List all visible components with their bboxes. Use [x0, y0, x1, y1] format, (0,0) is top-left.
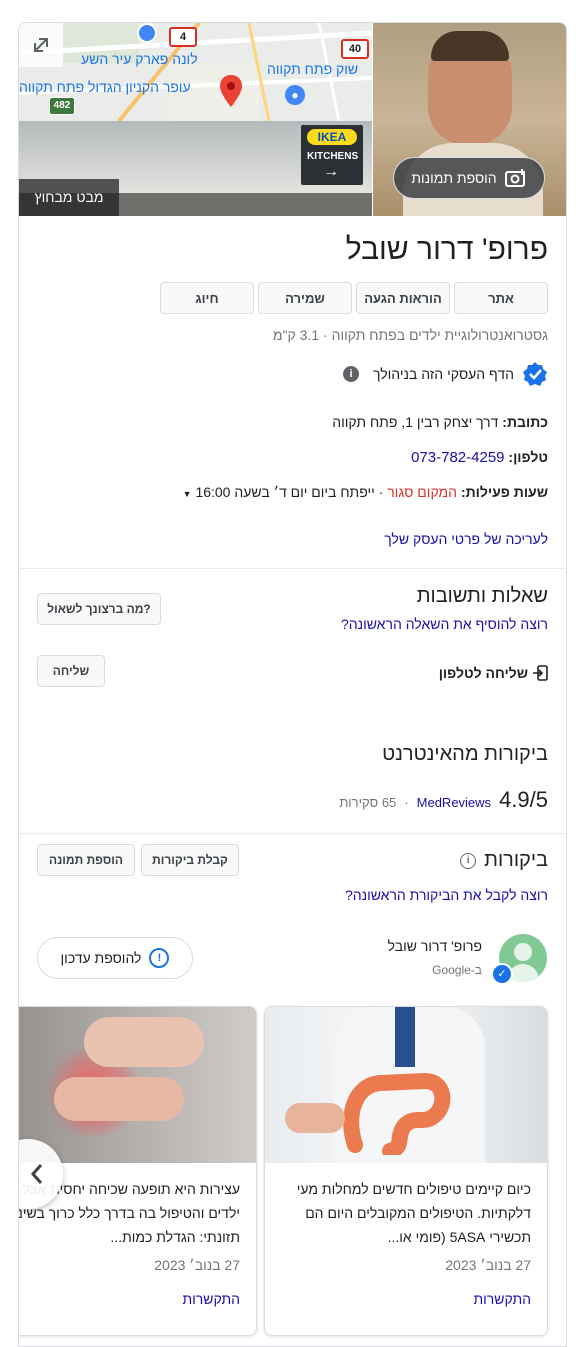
update-card[interactable]: כיום קיימים טיפולים חדשים למחלות מעי דלק… [264, 1006, 548, 1336]
phone-link[interactable]: 073-782-4259 [411, 449, 504, 466]
update-icon: ! [149, 948, 170, 968]
call-button[interactable]: חיוג [160, 282, 254, 314]
ask-question-button[interactable]: מה ברצונך לשאול? [37, 593, 161, 625]
post-source: ב-Google [432, 963, 482, 977]
address-label: כתובת: [502, 414, 548, 430]
reviews-header: ביקורות i [460, 849, 548, 872]
expand-map-button[interactable] [19, 23, 63, 67]
first-review-link[interactable]: רוצה לקבל את הביקורת הראשונה? [345, 887, 548, 903]
map-pin-icon [220, 75, 242, 107]
location-dot-icon [137, 23, 157, 43]
update-date: 27 בנוב׳ 2023 [445, 1257, 531, 1273]
add-photos-button[interactable]: הוספת תמונות [393, 157, 545, 199]
send-to-phone-icon [533, 665, 548, 681]
edit-business-link[interactable]: לעריכה של פרטי העסק שלך [384, 531, 548, 547]
web-review-row: 4.9/5 MedReviews · 65 סקירות [339, 787, 548, 813]
qa-add-first-link[interactable]: רוצה להוסיף את השאלה הראשונה? [341, 616, 548, 632]
hours-open-time: ייפתח ביום יום ד׳ בשעה 16:00 [195, 484, 375, 500]
divider [19, 568, 566, 569]
category: גסטרואנטרולוגיית ילדים בפתח תקווה [331, 327, 548, 343]
phone-label: טלפון: [508, 449, 548, 465]
web-review-count: 65 סקירות [339, 795, 397, 810]
avatar-verified-icon: ✓ [491, 963, 513, 985]
update-cta-link[interactable]: התקשרות [473, 1291, 531, 1307]
reviews-title: ביקורות [484, 849, 548, 871]
map-label-shuk: שוק פתח תקווה [267, 61, 359, 77]
website-button[interactable]: אתר [454, 282, 548, 314]
address-row: כתובת: דרך יצחק רבין 1, פתח תקווה [332, 414, 548, 430]
street-view-thumbnail[interactable]: IKEA KITCHENS → מבט מבחוץ [19, 121, 372, 216]
ikea-logo: IKEA [307, 129, 357, 145]
web-review-source[interactable]: MedReviews [417, 795, 491, 810]
qa-title: שאלות ותשובות [416, 585, 548, 607]
send-to-phone-row[interactable]: שליחה לטלפון [439, 665, 548, 681]
address-value[interactable]: דרך יצחק רבין 1, פתח תקווה [332, 414, 498, 430]
add-update-button[interactable]: ! להוספת עדכון [37, 937, 193, 979]
kitchens-label: KITCHENS [307, 151, 359, 162]
map-label-luna: לונה פארק עיר השע [81, 51, 198, 67]
hours-label: שעות פעילות: [460, 484, 548, 500]
web-review-score: 4.9/5 [499, 787, 548, 812]
post-author: פרופ' דרור שובל [387, 938, 482, 954]
divider [19, 833, 566, 834]
send-to-phone-label: שליחה לטלפון [438, 665, 528, 681]
get-reviews-button[interactable]: קבלת ביקורות [141, 844, 239, 876]
road-shield-40: 40 [341, 39, 369, 59]
person-hair [431, 31, 509, 61]
hours-row[interactable]: שעות פעילות: המקום סגור · ייפתח ביום יום… [183, 484, 548, 500]
street-view-label: מבט מבחוץ [19, 179, 119, 216]
chevron-down-icon[interactable]: ▼ [183, 489, 192, 499]
web-review-separator: · [404, 795, 409, 810]
verified-badge-icon [523, 362, 547, 386]
carousel-prev-button[interactable] [19, 1139, 63, 1209]
business-photo[interactable]: הוספת תמונות [373, 23, 566, 216]
map-label-ofer: עופר הקניון הגדול פתח תקווה [19, 79, 191, 95]
phone-row: טלפון: 073-782-4259 [411, 449, 548, 466]
ikea-sign: IKEA KITCHENS → [301, 125, 363, 185]
save-button[interactable]: שמירה [258, 282, 352, 314]
add-update-label: להוספת עדכון [60, 950, 142, 966]
shopping-pin-icon: ● [285, 85, 305, 105]
update-date: 27 בנוב׳ 2023 [154, 1257, 240, 1273]
distance: 3.1 ק"מ [272, 327, 320, 343]
update-image [265, 1007, 547, 1163]
reviews-info-icon[interactable]: i [460, 852, 477, 869]
info-icon[interactable]: i [343, 366, 359, 382]
map-thumbnail[interactable]: 4 40 482 לונה פארק עיר השע שוק פתח תקווה… [19, 23, 372, 121]
page-title: פרופ' דרור שובל [345, 233, 548, 266]
chevron-left-icon [30, 1164, 43, 1184]
arrow-right-icon: → [323, 163, 339, 180]
knowledge-panel: 4 40 482 לונה פארק עיר השע שוק פתח תקווה… [18, 22, 567, 1347]
add-photo-icon [504, 169, 525, 187]
category-line: גסטרואנטרולוגיית ילדים בפתח תקווה · 3.1 … [273, 327, 548, 343]
road-shield-4: 4 [169, 27, 197, 47]
hours-status-closed: המקום סגור [387, 484, 458, 500]
colon-illustration [343, 1072, 451, 1155]
add-photos-label: הוספת תמונות [411, 170, 497, 186]
update-cta-link[interactable]: התקשרות [182, 1291, 240, 1307]
send-button[interactable]: שליחה [37, 655, 105, 687]
update-text: כיום קיימים טיפולים חדשים למחלות מעי דלק… [296, 1181, 531, 1245]
road-shield-482: 482 [49, 97, 75, 115]
directions-button[interactable]: הוראות הגעה [356, 282, 450, 314]
hours-separator: · [378, 484, 384, 500]
verified-text: הדף העסקי הזה בניהולך [373, 366, 514, 382]
add-photo-button[interactable]: הוספת תמונה [37, 844, 135, 876]
expand-icon [34, 38, 48, 52]
verified-row: הדף העסקי הזה בניהולך i [343, 361, 548, 387]
separator: · [319, 327, 328, 343]
web-reviews-title: ביקורות מהאינטרנט [382, 743, 548, 765]
